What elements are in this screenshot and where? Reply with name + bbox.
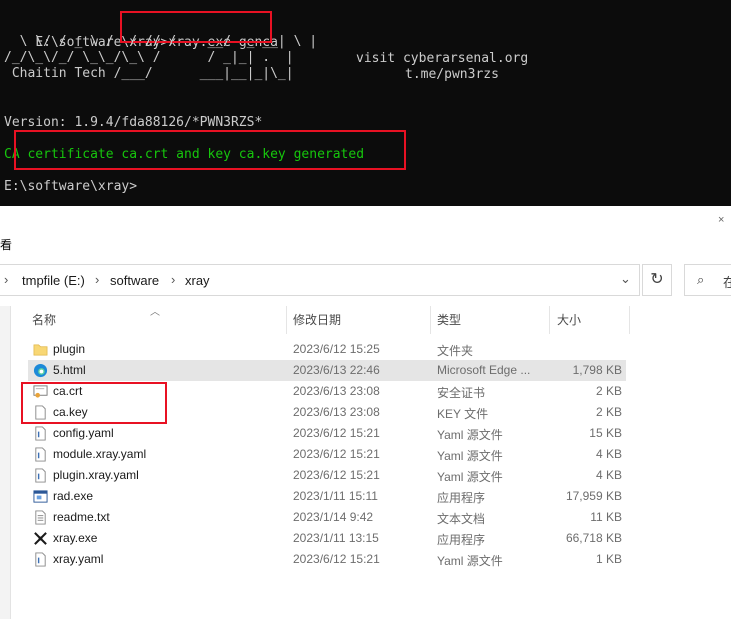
chevron-right-icon: ›	[171, 272, 176, 287]
chevron-right-icon: ›	[95, 272, 100, 287]
file-date: 2023/6/13 23:08	[293, 405, 380, 419]
file-date: 2023/6/12 15:25	[293, 342, 380, 356]
file-date: 2023/6/13 23:08	[293, 384, 380, 398]
file-type: 文本文档	[437, 512, 486, 526]
ribbon-bar: ×	[0, 206, 731, 234]
file-name: plugin	[53, 342, 86, 356]
xray-exe-icon	[34, 532, 47, 545]
address-bar[interactable]: › tmpfile (E:) › software › xray ⌄	[0, 264, 640, 296]
file-size: 2 KB	[595, 405, 622, 419]
column-divider[interactable]	[430, 306, 431, 334]
file-type: 应用程序	[437, 533, 486, 547]
file-name: 5.html	[53, 363, 86, 377]
sort-ascending-icon: ︿	[150, 307, 160, 318]
yaml-file-icon	[35, 426, 46, 441]
chevron-right-icon: ›	[4, 272, 9, 287]
search-icon: ⌕	[697, 272, 705, 287]
file-date: 2023/1/11 13:15	[293, 531, 379, 545]
file-row[interactable]: readme.txt 2023/1/14 9:42 文本文档 11 KB	[28, 507, 626, 528]
file-date: 2023/6/12 15:21	[293, 426, 380, 440]
visit-text: visit cyberarsenal.org	[356, 51, 529, 66]
search-box[interactable]: ⌕ 在	[684, 264, 731, 296]
navigation-pane[interactable]	[0, 306, 11, 619]
file-type: Yaml 源文件	[437, 428, 503, 442]
file-row[interactable]: config.yaml 2023/6/12 15:21 Yaml 源文件 15 …	[28, 423, 626, 444]
breadcrumb-drive[interactable]: tmpfile (E:)	[22, 273, 85, 288]
message-highlight-box	[14, 130, 406, 170]
refresh-button[interactable]: ↻	[642, 264, 672, 296]
file-type: 安全证书	[437, 386, 486, 400]
file-type: 文件夹	[437, 344, 474, 358]
column-divider[interactable]	[549, 306, 550, 334]
column-divider[interactable]	[629, 306, 630, 334]
file-size: 1,798 KB	[572, 363, 622, 377]
file-row[interactable]: xray.exe 2023/1/11 13:15 应用程序 66,718 KB	[28, 528, 626, 549]
files-highlight-box	[21, 382, 167, 424]
file-type: Microsoft Edge ...	[437, 363, 531, 377]
file-date: 2023/6/12 15:21	[293, 552, 380, 566]
xray-ascii-banner: \ \/ / _ \ / / // / __/ _ __| \ | /_/\_\…	[4, 34, 318, 81]
file-row[interactable]: xray.yaml 2023/6/12 15:21 Yaml 源文件 1 KB	[28, 549, 626, 570]
refresh-icon: ↻	[650, 271, 664, 288]
file-explorer-window: × 看 › tmpfile (E:) › software › xray ⌄ ↻…	[0, 206, 731, 619]
breadcrumb-software[interactable]: software	[110, 273, 159, 288]
chevron-down-icon[interactable]: ⌄	[620, 271, 631, 287]
column-header-size[interactable]: 大小	[557, 306, 581, 334]
file-type: 应用程序	[437, 491, 486, 505]
edge-icon	[33, 363, 48, 378]
yaml-file-icon	[35, 447, 46, 462]
file-name: xray.yaml	[53, 552, 104, 566]
file-name: config.yaml	[53, 426, 114, 440]
file-name: plugin.xray.yaml	[53, 468, 139, 482]
command-prompt-end: E:\software\xray>	[4, 179, 138, 194]
file-name: readme.txt	[53, 510, 110, 524]
file-type: Yaml 源文件	[437, 449, 503, 463]
yaml-file-icon	[35, 468, 46, 483]
view-menu-label[interactable]: 看	[0, 236, 12, 253]
column-header-date[interactable]: 修改日期	[293, 306, 341, 334]
terminal-window[interactable]: E:\software\xray>xray.exe genca \ \/ / _…	[0, 0, 731, 206]
file-type: KEY 文件	[437, 407, 489, 421]
file-size: 15 KB	[589, 426, 622, 440]
file-row[interactable]: module.xray.yaml 2023/6/12 15:21 Yaml 源文…	[28, 444, 626, 465]
file-date: 2023/6/12 15:21	[293, 447, 380, 461]
file-row[interactable]: plugin.xray.yaml 2023/6/12 15:21 Yaml 源文…	[28, 465, 626, 486]
file-row[interactable]: rad.exe 2023/1/11 15:11 应用程序 17,959 KB	[28, 486, 626, 507]
file-size: 4 KB	[595, 468, 622, 482]
file-size: 66,718 KB	[565, 531, 622, 545]
file-row[interactable]: plugin 2023/6/12 15:25 文件夹	[28, 339, 626, 360]
column-header-type[interactable]: 类型	[437, 306, 461, 334]
file-size: 2 KB	[595, 384, 622, 398]
exe-icon	[33, 490, 48, 503]
file-size: 11 KB	[590, 510, 622, 524]
file-row[interactable]: 5.html 2023/6/13 22:46 Microsoft Edge ..…	[28, 360, 626, 381]
file-name: xray.exe	[53, 531, 98, 545]
telegram-text: t.me/pwn3rzs	[405, 67, 499, 82]
file-type: Yaml 源文件	[437, 554, 503, 568]
file-name: rad.exe	[53, 489, 94, 503]
search-placeholder: 在	[723, 275, 731, 290]
version-line: Version: 1.9.4/fda88126/*PWN3RZS*	[4, 115, 263, 130]
text-file-icon	[35, 510, 46, 525]
file-size: 17,959 KB	[565, 489, 622, 503]
file-date: 2023/6/13 22:46	[293, 363, 380, 377]
file-date: 2023/6/12 15:21	[293, 468, 380, 482]
yaml-file-icon	[35, 552, 46, 567]
breadcrumb-xray[interactable]: xray	[185, 273, 210, 288]
file-name: module.xray.yaml	[53, 447, 147, 461]
column-header-name[interactable]: 名称	[32, 306, 56, 334]
file-date: 2023/1/11 15:11	[293, 489, 378, 503]
folder-icon	[33, 344, 48, 356]
file-date: 2023/1/14 9:42	[293, 510, 374, 524]
close-icon[interactable]: ×	[718, 214, 724, 226]
file-type: Yaml 源文件	[437, 470, 503, 484]
column-divider[interactable]	[286, 306, 287, 334]
file-size: 1 KB	[595, 552, 622, 566]
file-size: 4 KB	[595, 447, 622, 461]
